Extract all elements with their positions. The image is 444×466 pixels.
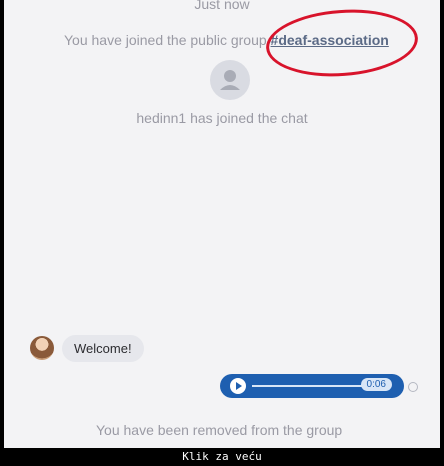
audio-message[interactable]: 0:06 (220, 374, 404, 398)
joined-group-text: You have joined the public group (64, 32, 267, 48)
play-icon[interactable] (230, 378, 246, 394)
highlight-circle (263, 4, 421, 82)
timestamp: Just now (194, 0, 250, 12)
user-icon (210, 60, 250, 100)
audio-duration: 0:06 (360, 378, 392, 391)
chat-screen: Just now You have joined the public grou… (4, 0, 440, 448)
read-receipt-icon (408, 382, 418, 392)
avatar[interactable] (30, 336, 54, 360)
caption: Klik za veću (182, 450, 262, 463)
user-joined-notice: hedinn1 has joined the chat (136, 110, 308, 126)
message-bubble[interactable]: Welcome! (62, 335, 144, 362)
removed-notice: You have been removed from the group (96, 422, 343, 438)
audio-progress-track[interactable] (252, 385, 366, 387)
